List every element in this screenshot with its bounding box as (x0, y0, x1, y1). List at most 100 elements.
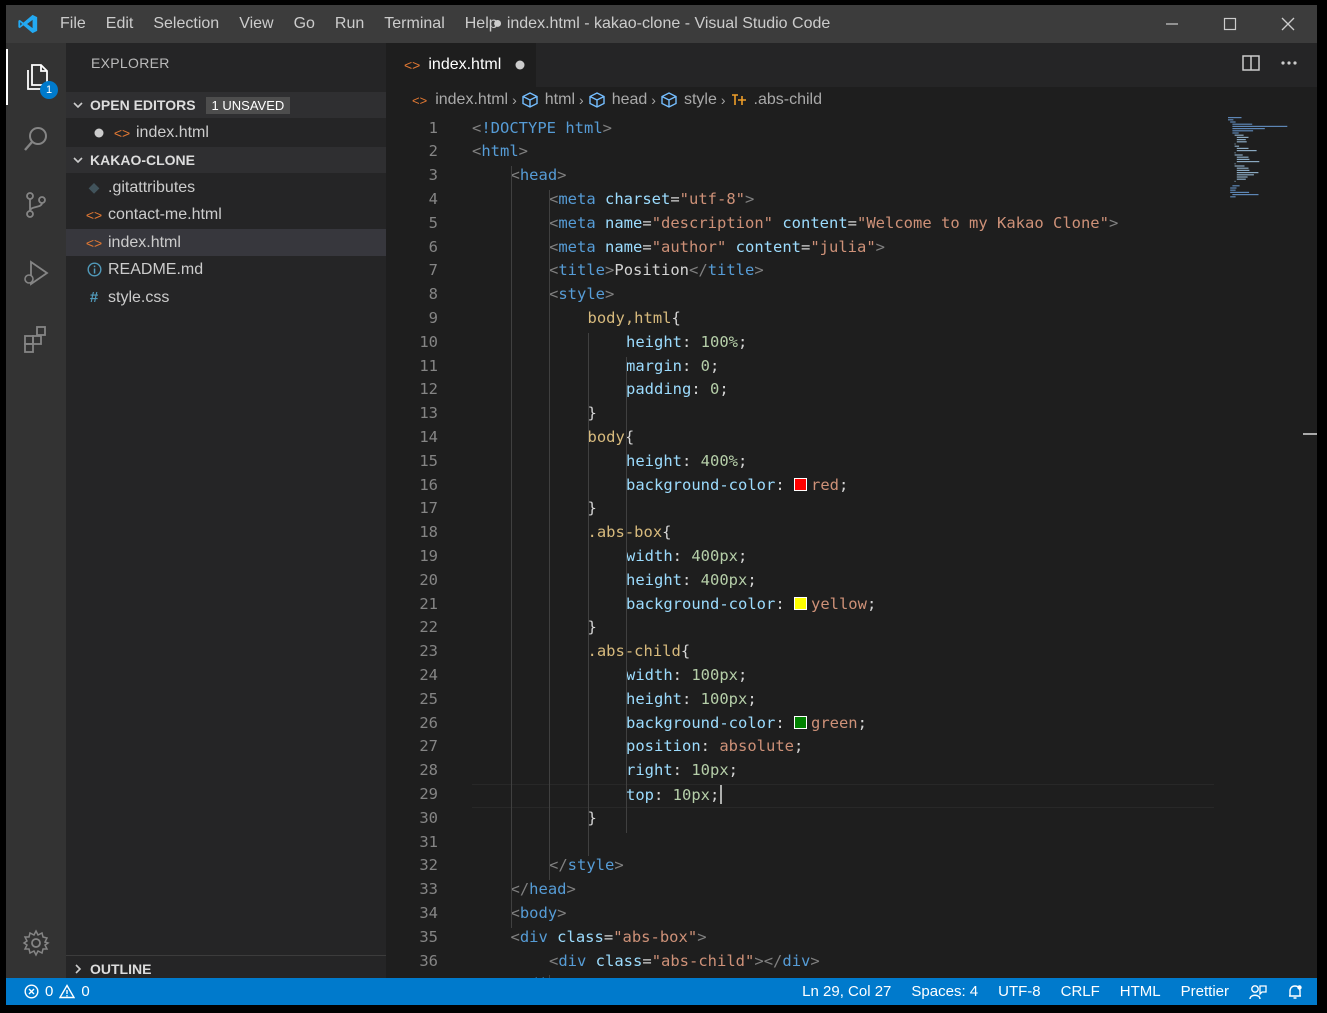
breadcrumb-label: head (611, 91, 648, 108)
vscode-logo-icon[interactable] (16, 13, 40, 35)
minimize-button[interactable] (1143, 5, 1201, 43)
feedback-button[interactable] (1249, 984, 1267, 1000)
minimap-line (1234, 152, 1236, 154)
code-line[interactable]: } (588, 618, 597, 636)
menu-view[interactable]: View (229, 15, 283, 33)
line-number: 24 (419, 665, 438, 684)
problems-indicator[interactable]: 0 0 (24, 978, 90, 1005)
code-line[interactable]: <head> (511, 166, 567, 184)
unsaved-badge: 1 UNSAVED (205, 96, 291, 114)
minimap-line (1232, 185, 1240, 187)
language-mode[interactable]: HTML (1120, 983, 1161, 1000)
minimap-line (1236, 136, 1249, 138)
code-line[interactable]: background-color: yellow; (626, 595, 876, 613)
code-line[interactable]: background-color: green; (626, 714, 867, 732)
code-line[interactable]: <div class="abs-box"> (511, 928, 707, 946)
breadcrumb-style[interactable]: style (660, 91, 717, 109)
bell-icon (1289, 984, 1302, 999)
code-line[interactable]: <html> (472, 142, 528, 160)
file-item-contact-me[interactable]: <> contact-me.html (66, 201, 386, 228)
menu-run[interactable]: Run (325, 15, 374, 33)
code-line[interactable]: right: 10px; (626, 761, 738, 779)
code-line[interactable]: </head> (511, 880, 576, 898)
code-line[interactable]: body,html{ (588, 309, 681, 327)
breadcrumb-head[interactable]: head (588, 91, 648, 109)
chevron-right-icon (75, 964, 82, 974)
file-item-index[interactable]: <> index.html (66, 229, 386, 256)
code-line[interactable]: .abs-box{ (588, 523, 672, 541)
menu-edit[interactable]: Edit (96, 15, 144, 33)
activity-manage[interactable] (6, 915, 66, 971)
unsaved-dot-icon[interactable] (515, 60, 525, 70)
breadcrumb-html[interactable]: html (521, 91, 575, 109)
menu-selection[interactable]: Selection (143, 15, 229, 33)
code-line[interactable]: <meta charset="utf-8"> (549, 190, 754, 208)
code-line[interactable]: background-color: red; (626, 476, 848, 494)
line-number: 25 (419, 689, 438, 708)
tab-index-html[interactable]: <> index.html (386, 43, 536, 87)
minimap[interactable] (1224, 113, 1304, 203)
code-line[interactable]: height: 400%; (626, 452, 747, 470)
code-line[interactable]: </style> (549, 856, 624, 874)
activity-explorer[interactable]: 1 (6, 49, 66, 105)
maximize-button[interactable] (1201, 5, 1259, 43)
chevron-right-icon: › (651, 92, 656, 108)
code-line[interactable]: width: 400px; (626, 547, 747, 565)
encoding[interactable]: UTF-8 (998, 983, 1041, 1000)
code-line[interactable]: .abs-child{ (588, 642, 691, 660)
code-line[interactable]: <body> (511, 904, 567, 922)
indentation[interactable]: Spaces: 4 (911, 983, 978, 1000)
end-of-line[interactable]: CRLF (1061, 983, 1100, 1000)
code-line[interactable]: <meta name="author" content="julia"> (549, 238, 885, 256)
notifications-button[interactable] (1287, 984, 1303, 1000)
status-bar: 0 0 Ln 29, Col 27 Spaces: 4 UTF-8 CRLF H… (6, 978, 1317, 1005)
file-item-readme[interactable]: README.md (66, 256, 386, 283)
code-line[interactable]: <!DOCTYPE html> (472, 119, 612, 137)
activity-source-control[interactable] (6, 177, 66, 233)
open-editor-item[interactable]: <> index.html (66, 119, 386, 146)
cube-icon (522, 92, 538, 108)
formatter[interactable]: Prettier (1181, 983, 1229, 1000)
code-line[interactable]: height: 400px; (626, 571, 757, 589)
code-line[interactable]: padding: 0; (626, 380, 729, 398)
unsaved-dot-icon[interactable] (94, 128, 104, 138)
menu-go[interactable]: Go (284, 15, 325, 33)
project-header[interactable]: KAKAO-CLONE (66, 147, 386, 173)
code-line[interactable]: } (588, 499, 597, 517)
code-line[interactable]: width: 100px; (626, 666, 747, 684)
close-button[interactable] (1259, 5, 1317, 43)
code-line[interactable]: height: 100px; (626, 690, 757, 708)
code-line[interactable]: } (588, 809, 597, 827)
code-line[interactable]: margin: 0; (626, 357, 719, 375)
file-item-style-css[interactable]: # style.css (66, 284, 386, 311)
code-line[interactable]: height: 100%; (626, 333, 747, 351)
open-editors-header[interactable]: OPEN EDITORS 1 UNSAVED (66, 92, 386, 118)
code-line[interactable]: position: absolute; (626, 737, 803, 755)
cursor-position[interactable]: Ln 29, Col 27 (802, 983, 891, 1000)
menu-terminal[interactable]: Terminal (374, 15, 454, 33)
breadcrumb-file[interactable]: <> index.html (412, 91, 508, 109)
code-editor[interactable]: 1 2 3 4 5 6 7 8 9 10 11 12 13 14 15 16 17 18 19 20 21 22 23 24 2… (386, 113, 1317, 978)
code-line[interactable]: <style> (549, 285, 614, 303)
code-line[interactable]: body{ (588, 428, 635, 446)
menu-file[interactable]: File (50, 15, 96, 33)
menu-help[interactable]: Help (455, 15, 508, 33)
more-actions-icon[interactable] (1279, 53, 1299, 73)
code-line[interactable]: <div class="abs-child"></div> (549, 952, 820, 970)
activity-search[interactable] (6, 111, 66, 167)
breadcrumb-abs-child[interactable]: .abs-child (730, 91, 822, 109)
activity-extensions[interactable] (6, 311, 66, 367)
line-number: 9 (428, 308, 438, 327)
code-line[interactable]: <title>Position</title> (549, 261, 764, 279)
split-editor-icon[interactable] (1241, 53, 1261, 73)
indent-guide (626, 356, 627, 833)
code-line[interactable]: <meta name="description" content="Welcom… (549, 214, 1118, 232)
file-item-gitattributes[interactable]: ◆ .gitattributes (66, 174, 386, 201)
error-count: 0 (45, 983, 54, 1000)
hash-icon: # (89, 289, 99, 306)
vertical-scrollbar[interactable] (1303, 113, 1317, 978)
line-number: 22 (419, 618, 438, 637)
code-line[interactable]: } (588, 404, 597, 422)
activity-run-debug[interactable] (6, 245, 66, 301)
close-icon (1281, 17, 1295, 31)
